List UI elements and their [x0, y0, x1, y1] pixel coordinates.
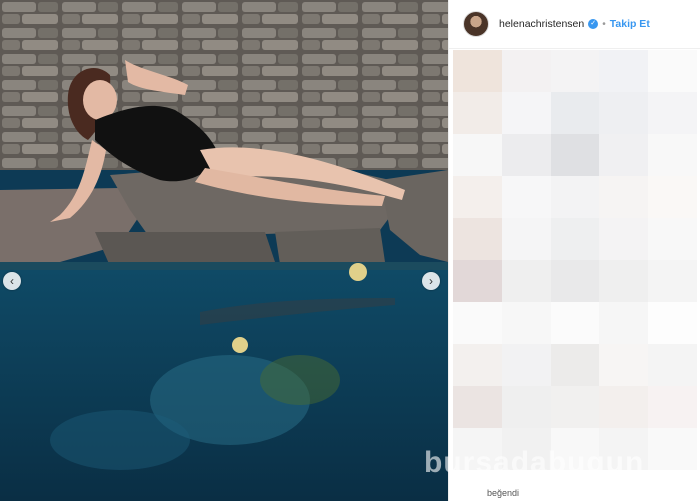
post-photo[interactable]: ‹ › [0, 0, 448, 501]
post-header: helenachristensen ✓ • Takip Et [449, 0, 700, 49]
pixelated-comments-area [453, 50, 697, 490]
site-watermark: bursadabugun [424, 446, 645, 479]
chevron-right-icon: › [429, 274, 433, 288]
previous-photo-button[interactable]: ‹ [3, 272, 21, 290]
avatar[interactable] [463, 11, 489, 37]
chevron-left-icon: ‹ [10, 274, 14, 288]
follow-button[interactable]: Takip Et [610, 18, 650, 30]
username-link[interactable]: helenachristensen [499, 18, 584, 30]
separator-dot: • [602, 18, 606, 30]
photo-scene [0, 0, 448, 501]
verified-badge-icon: ✓ [588, 19, 599, 29]
post-sidebar: helenachristensen ✓ • Takip Et beğendi [448, 0, 700, 501]
liked-by-text: beğendi [487, 488, 520, 498]
next-photo-button[interactable]: › [422, 272, 440, 290]
